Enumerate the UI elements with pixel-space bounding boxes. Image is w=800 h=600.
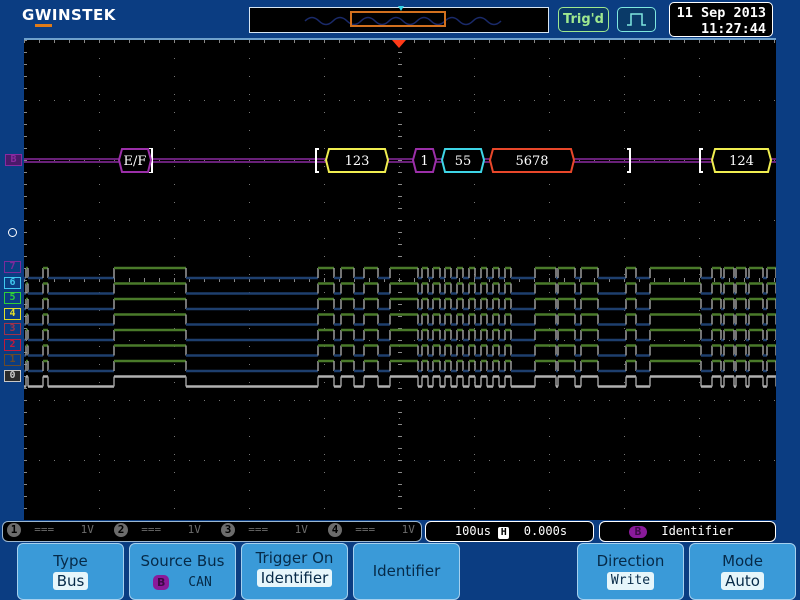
timebase-status[interactable]: 100us H 0.000s [425, 521, 594, 542]
digital-channel-7-label[interactable]: 7 [4, 261, 21, 273]
horizontal-position: 0.000s [523, 524, 568, 538]
digital-group-handle-icon[interactable] [8, 228, 17, 237]
date: 11 Sep 2013 [676, 5, 766, 21]
digital-channel-1-label[interactable]: 1 [4, 354, 21, 366]
frame-bracket [699, 148, 703, 173]
bus-packet-label: E/F [124, 154, 147, 169]
softkey-mode[interactable]: Mode Auto [689, 543, 796, 600]
digital-channel-4-label[interactable]: 4 [4, 307, 21, 320]
digital-channel-3-label[interactable]: 3 [4, 323, 21, 335]
bus-packet-label: 123 [345, 154, 370, 169]
trigger-status: Trig'd [558, 7, 609, 32]
digital-channel-2-label[interactable]: 2 [4, 338, 21, 351]
trigger-type: Identifier [661, 524, 734, 538]
horizontal-position-icon: H [498, 527, 510, 539]
overview-trigger-marker [398, 6, 404, 11]
frame-bracket [315, 148, 319, 173]
bus-b-label[interactable]: B [5, 154, 22, 166]
channel-3-status[interactable]: 3 === 1V [221, 523, 308, 537]
softkey-trigger-on[interactable]: Trigger On Identifier [241, 543, 348, 600]
softkey-type[interactable]: Type Bus [17, 543, 124, 600]
trigger-info-status[interactable]: B Identifier [599, 521, 776, 542]
analog-channel-status-bar: 1 === 1V 2 === 1V 3 === 1V 4 === 1V [2, 521, 422, 542]
bus-packet-label: 124 [729, 154, 754, 169]
trigger-position-marker[interactable] [392, 40, 406, 48]
frame-bracket [627, 148, 631, 173]
rising-pulse-icon [617, 7, 656, 32]
digital-channel-0-label[interactable]: 0 [4, 369, 21, 382]
waveform-display[interactable]: E/F 123 1 55 5678 124 [24, 38, 776, 520]
memory-overview-bar[interactable] [249, 6, 549, 33]
gwinstek-logo: GWINSTEK [22, 6, 116, 27]
bus-b-badge: B [153, 575, 170, 590]
softkey-direction[interactable]: Direction Write [577, 543, 684, 600]
time-scale: 100us [454, 524, 492, 538]
bus-packet-label: 1 [420, 154, 428, 169]
overview-window[interactable] [350, 11, 446, 27]
channel-4-status[interactable]: 4 === 1V [328, 523, 415, 537]
bus-packet-label: 55 [455, 154, 472, 169]
bus-packet-label: 5678 [515, 154, 548, 169]
bus-source-badge: B [628, 526, 647, 538]
channel-1-status[interactable]: 1 === 1V [7, 523, 94, 537]
digital-channel-6-label[interactable]: 6 [4, 276, 21, 289]
softkey-source-bus[interactable]: Source Bus B CAN [129, 543, 236, 600]
graticule: E/F 123 1 55 5678 124 [24, 40, 776, 509]
time: 11:27:44 [700, 21, 766, 37]
softkey-identifier[interactable]: Identifier [353, 543, 460, 600]
date-time: 11 Sep 2013 11:27:44 [669, 2, 773, 37]
digital-channel-5-label[interactable]: 5 [4, 292, 21, 304]
channel-2-status[interactable]: 2 === 1V [114, 523, 201, 537]
